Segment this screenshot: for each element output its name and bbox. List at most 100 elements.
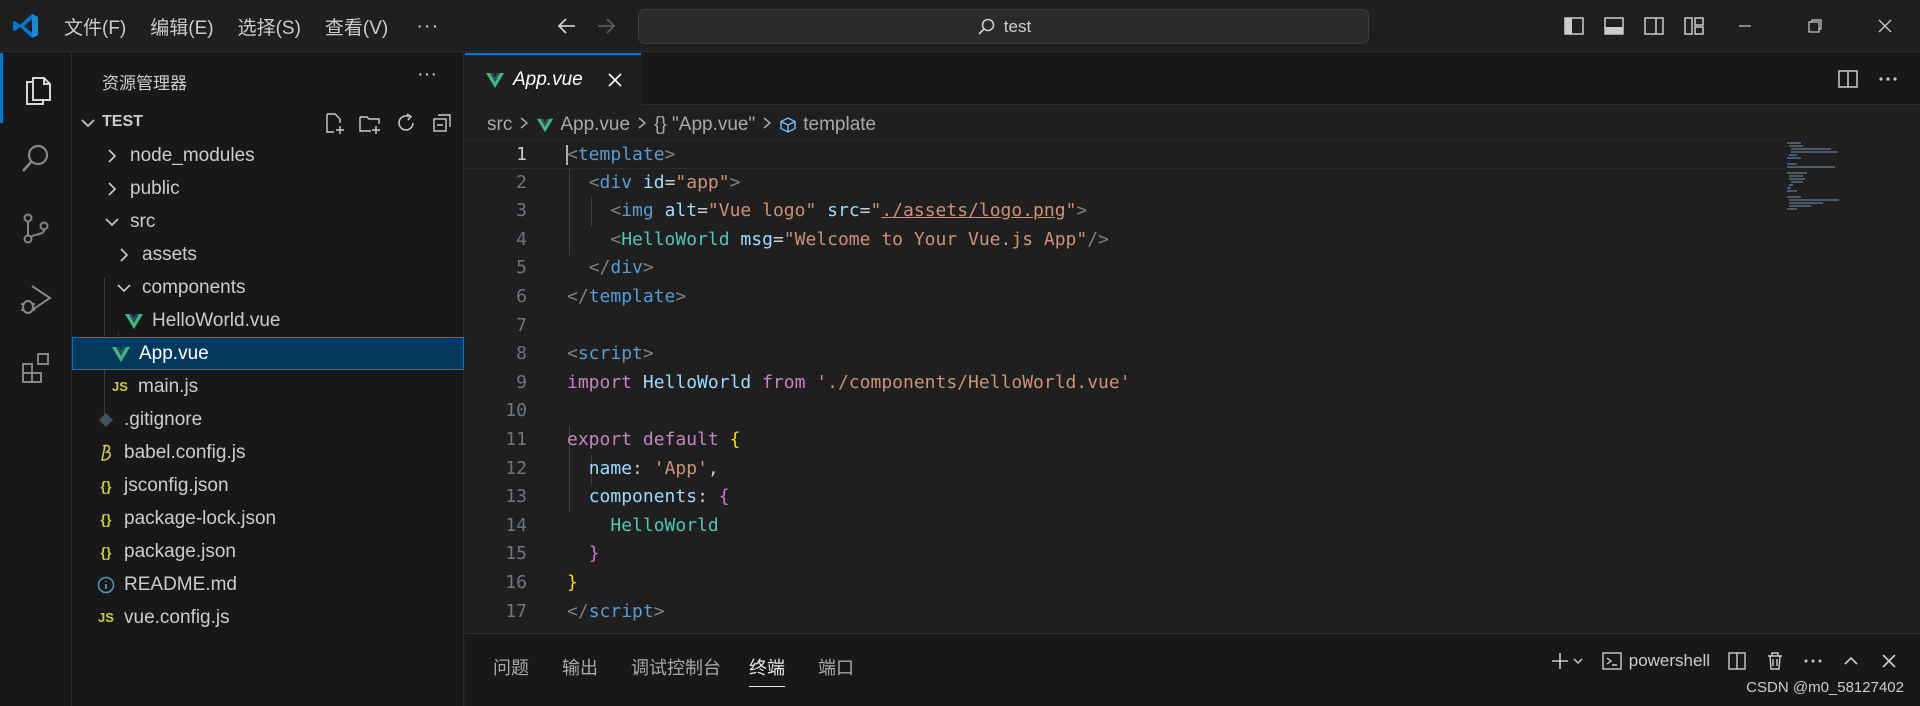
sidebar-more-button[interactable]: ··· <box>417 63 437 86</box>
tree-item-label: HelloWorld.vue <box>152 309 281 331</box>
new-folder-icon[interactable] <box>358 111 382 135</box>
tree-item-label: assets <box>142 243 197 265</box>
tree-item-helloworld-vue[interactable]: HelloWorld.vue <box>72 304 464 337</box>
line-number: 15 <box>505 543 527 565</box>
minimap-line <box>1787 142 1801 144</box>
trash-icon <box>1768 652 1782 670</box>
tree-item-label: babel.config.js <box>124 441 246 463</box>
vscode-logo-icon <box>13 14 38 38</box>
minimap-line <box>1789 184 1793 186</box>
minimize-button[interactable] <box>1710 0 1780 52</box>
line-number: 14 <box>505 514 527 536</box>
refresh-icon[interactable] <box>394 111 418 135</box>
chevron-down-icon <box>81 119 95 128</box>
split-editor-icon[interactable] <box>1836 67 1860 91</box>
tree-item-src[interactable]: src <box>72 205 464 238</box>
workspace-section-header[interactable]: TEST <box>72 109 464 137</box>
tree-item-main-js[interactable]: JS main.js <box>72 370 464 403</box>
maximize-panel-button[interactable] <box>1840 650 1862 672</box>
line-number: 2 <box>516 171 527 193</box>
minimap-line <box>1791 148 1831 150</box>
tree-item-assets[interactable]: assets <box>72 238 464 271</box>
tree-item-components[interactable]: components <box>72 271 464 304</box>
breadcrumb-node[interactable]: template <box>803 114 876 136</box>
files-icon <box>25 77 51 105</box>
tree-item-app-vue[interactable]: App.vue <box>72 337 464 370</box>
menu-view[interactable]: 查看(V) <box>325 13 388 40</box>
command-center-search[interactable]: test <box>638 9 1369 44</box>
tree-item-package-lock-json[interactable]: {} package-lock.json <box>72 502 464 535</box>
breadcrumb-file[interactable]: App.vue <box>560 114 630 136</box>
minimap-line <box>1789 175 1803 177</box>
menu-edit[interactable]: 编辑(E) <box>150 13 213 40</box>
split-terminal-button[interactable] <box>1726 650 1748 672</box>
plus-icon <box>1551 653 1568 669</box>
code-editor[interactable]: 1 <template> 2 <div id="app"> 3 <img alt… <box>465 140 1785 633</box>
new-file-icon[interactable] <box>322 111 346 135</box>
vue-file-icon <box>125 313 143 329</box>
code-line: 5 </div> <box>465 254 1785 283</box>
tree-item-package-json[interactable]: {} package.json <box>72 535 464 568</box>
breadcrumb-symbol[interactable]: {} "App.vue" <box>654 114 755 136</box>
customize-layout-icon[interactable] <box>1682 14 1706 38</box>
panel-more-button[interactable] <box>1802 650 1824 672</box>
toggle-panel-icon[interactable] <box>1602 14 1626 38</box>
restore-button[interactable] <box>1780 0 1850 52</box>
tree-item-public[interactable]: public <box>72 172 464 205</box>
menu-more-button[interactable]: ··· <box>416 15 439 38</box>
line-number: 8 <box>516 343 527 365</box>
explorer-actions <box>322 111 466 135</box>
forward-arrow-icon[interactable] <box>594 14 618 45</box>
split-icon <box>1728 652 1746 670</box>
panel-tab-terminal[interactable]: 终端 <box>749 654 785 687</box>
close-panel-button[interactable] <box>1878 650 1900 672</box>
menu-file[interactable]: 文件(F) <box>64 13 126 40</box>
minimap-line <box>1787 166 1835 168</box>
minimap-line <box>1787 163 1797 165</box>
activity-extensions[interactable] <box>0 333 72 403</box>
back-arrow-icon[interactable] <box>555 14 579 45</box>
tree-item-readme[interactable]: README.md <box>72 568 464 601</box>
panel-tab-problems[interactable]: 问题 <box>493 654 529 680</box>
search-icon <box>978 18 995 35</box>
close-tab-icon[interactable] <box>605 70 625 90</box>
tree-item-jsconfig-json[interactable]: {} jsconfig.json <box>72 469 464 502</box>
tree-item-label: vue.config.js <box>124 606 230 628</box>
code-line: 7 <box>465 312 1785 341</box>
activity-run-debug[interactable] <box>0 263 72 333</box>
git-file-icon <box>99 412 113 427</box>
panel-tab-debug-console[interactable]: 调试控制台 <box>631 654 721 680</box>
more-actions-icon[interactable] <box>1876 67 1900 91</box>
chevron-down-icon <box>1573 658 1583 664</box>
terminal-selector[interactable]: powershell <box>1601 650 1710 672</box>
new-terminal-button[interactable] <box>1549 650 1585 672</box>
toggle-primary-sidebar-icon[interactable] <box>1562 14 1586 38</box>
activity-explorer[interactable] <box>0 53 72 123</box>
tree-item-babel-config[interactable]: babel.config.js <box>72 436 464 469</box>
line-number: 12 <box>505 457 527 479</box>
menu-bar: 文件(F) 编辑(E) 选择(S) 查看(V) ··· <box>64 0 439 52</box>
minimap-line <box>1791 151 1837 153</box>
tree-item-gitignore[interactable]: .gitignore <box>72 403 464 436</box>
chevron-up-icon <box>1844 656 1858 665</box>
json-file-icon: {} <box>100 477 112 494</box>
close-window-button[interactable] <box>1850 0 1920 52</box>
menu-selection[interactable]: 选择(S) <box>238 13 301 40</box>
collapse-all-icon[interactable] <box>430 111 454 135</box>
tab-app-vue[interactable]: App.vue <box>465 53 641 105</box>
minimap[interactable] <box>1787 140 1907 633</box>
minimap-line <box>1787 187 1791 189</box>
chevron-right-icon <box>636 115 648 136</box>
tree-item-vue-config-js[interactable]: JS vue.config.js <box>72 601 464 634</box>
code-line: 15 } <box>465 540 1785 569</box>
activity-source-control[interactable] <box>0 193 72 263</box>
toggle-secondary-sidebar-icon[interactable] <box>1642 14 1666 38</box>
panel-tab-output[interactable]: 输出 <box>562 654 598 680</box>
kill-terminal-button[interactable] <box>1764 650 1786 672</box>
panel-tab-ports[interactable]: 端口 <box>818 654 854 680</box>
tree-item-node-modules[interactable]: node_modules <box>72 139 464 172</box>
minimap-line <box>1789 145 1803 147</box>
activity-search[interactable] <box>0 123 72 193</box>
breadcrumb-src[interactable]: src <box>487 114 512 136</box>
search-icon <box>22 144 49 172</box>
